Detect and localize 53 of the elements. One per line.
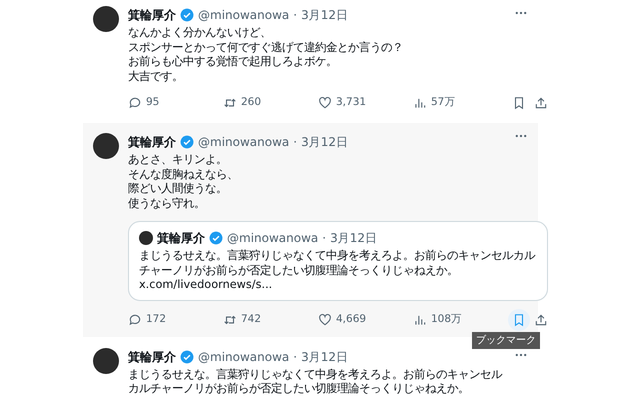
stat-count: 742 [241,312,262,327]
verified-badge-icon [209,231,223,245]
separator-dot: · [293,7,298,24]
repost-icon[interactable] [223,96,237,110]
separator-dot: · [293,134,298,151]
stat-count: 4,669 [336,312,366,327]
bookmark-button[interactable] [508,308,530,330]
separator-dot: · [293,348,298,366]
avatar-placeholder [139,231,153,245]
verified-badge-icon [180,135,194,149]
reply-icon[interactable] [128,96,142,110]
post-date[interactable]: 3月12日 [330,229,377,247]
verified-badge-icon [180,8,194,22]
author-handle[interactable]: @minowanowa [227,229,318,247]
author-handle[interactable]: @minowanowa [198,348,290,366]
bookmark-icon [512,312,526,326]
stat-count: 172 [146,312,166,327]
avatar-placeholder[interactable] [93,6,119,32]
post-date[interactable]: 3月12日 [301,348,348,366]
share-icon[interactable] [534,96,548,110]
avatar-placeholder[interactable] [93,133,119,159]
author-handle[interactable]: @minowanowa [198,6,290,24]
share-icon[interactable] [534,312,548,326]
tooltip: ブックマーク [472,332,540,348]
views-chart-icon[interactable] [413,96,427,110]
post-text: あとさ、キリンよ。 そんな度胸ねえなら、 際どい人間使うな。 使うなら守れ。 [128,153,239,211]
stat-count: 260 [241,95,262,110]
stat-count: 95 [146,95,160,110]
quoted-post[interactable]: 箕輪厚介 @minowanowa · 3月12日 まじうるせえな。言葉狩りじゃなくて中身を考えろよ。お前らのキャンセルカルチャーノリがお前らが否定したい切腹理論そっくりじゃねえか。 x.com/livedoornews/s... [128,221,548,300]
author-name[interactable]: 箕輪厚介 [157,229,205,247]
stat-count: 57万 [431,95,456,110]
author-name[interactable]: 箕輪厚介 [128,133,176,151]
post-text: まじうるせえな。言葉狩りじゃなくて中身を考えろよ。お前らのキャンセル カルチャーノリがお前らが否定したい切腹理論そっくりじゃねえか。 [128,368,504,396]
separator-dot: · [322,230,326,247]
more-icon[interactable] [514,10,528,16]
heart-icon[interactable] [318,96,332,110]
link[interactable]: x.com/livedoornews/s... [139,278,272,291]
post-date[interactable]: 3月12日 [301,6,348,24]
stat-count: 108万 [431,312,462,327]
avatar-placeholder[interactable] [93,348,119,374]
author-name[interactable]: 箕輪厚介 [128,348,176,366]
author-handle[interactable]: @minowanowa [198,133,290,151]
stat-count: 3,731 [336,95,366,110]
bookmark-icon [512,96,526,110]
more-icon[interactable] [514,352,528,358]
post-date[interactable]: 3月12日 [301,133,348,151]
author-name[interactable]: 箕輪厚介 [128,6,176,24]
post-text: なんかよく分かんないけど、 スポンサーとかって何ですぐ逃げて違約金とか言うの？ お前らも心中する覚悟で起用しろよボケ。 大吉です。 [128,26,404,84]
quoted-post-text: まじうるせえな。言葉狩りじゃなくて中身を考えろよ。お前らのキャンセルカルチャーノリがお前らが否定したい切腹理論そっくりじゃねえか。 x.com/livedoornews/s... [139,249,536,292]
heart-icon[interactable] [318,312,332,326]
verified-badge-icon [180,350,194,364]
reply-icon[interactable] [128,312,142,326]
more-icon[interactable] [514,133,528,139]
